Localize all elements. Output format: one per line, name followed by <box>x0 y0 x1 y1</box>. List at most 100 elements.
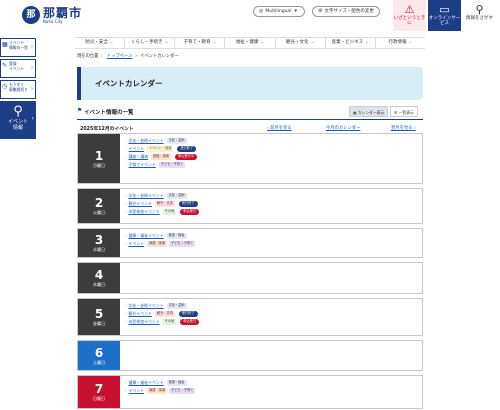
day-row: 6 土曜日 <box>77 340 423 371</box>
event-link[interactable]: 文化・芸術イベント <box>129 192 164 200</box>
event-item: › イベント イベント・講座 受付終了 <box>125 145 197 153</box>
online-service-label: オンラインサービス <box>428 16 461 26</box>
chevron-right-icon: › <box>125 311 127 316</box>
multilingual-button[interactable]: ◎ Multilingual ▾ <box>253 6 305 17</box>
warning-icon: ⚠ <box>404 3 415 16</box>
page-title: イベントカレンダー <box>95 79 163 88</box>
side-label: イベント <box>9 65 25 71</box>
category-tag: 講座・講演 <box>151 154 171 160</box>
category-tag: 子ども・子育て <box>169 241 196 247</box>
month-navigation: 2025年12月のイベント ‹ 前月を見る 今月のカレンダー 翌月を見る › <box>77 124 423 133</box>
nav-item-business[interactable]: 産業・ビジネス ⌄ <box>326 38 376 48</box>
chevron-right-icon: › <box>125 303 127 308</box>
breadcrumb-separator: ： <box>100 54 105 59</box>
global-nav: 防災・安全 ⌄ くらし・手続き ⌄ 子育て・教育 ⌄ 福祉・健康 ⌄ 観光・文化 ⌄ 産業… <box>75 37 425 49</box>
event-link[interactable]: 講座・講演 <box>129 153 148 161</box>
event-link[interactable]: 観光イベント <box>129 310 152 318</box>
calendar-view-label: カレンダー表示 <box>357 110 385 115</box>
event-link[interactable]: 市民参加イベント <box>129 318 160 326</box>
multilingual-label: Multilingual <box>265 9 292 14</box>
side-panel: ▦ イベント 情報の一覧 › ✎ 登録 イベント › ◷ もうすぐ 募集締切り … <box>0 38 36 139</box>
day-number: 7 <box>94 382 104 396</box>
event-link[interactable]: イベント <box>129 387 145 395</box>
day-weekday: 水曜日 <box>93 247 105 252</box>
logo-text: 那覇市 Naha City <box>43 7 82 24</box>
nav-label: 福祉・健康 <box>235 40 259 45</box>
side-event-search-button[interactable]: ⚲ イベント 情報 › <box>0 101 36 139</box>
category-tag: 文化・芸術 <box>166 138 187 144</box>
breadcrumb: 現在の位置：トップページ > イベントカレンダー <box>77 53 179 59</box>
day-weekday: 火曜日 <box>93 210 105 215</box>
event-link[interactable]: 子育てイベント <box>129 161 156 169</box>
category-tag: その他 <box>162 209 177 215</box>
nav-item-welfare[interactable]: 福祉・健康 ⌄ <box>225 38 276 48</box>
find-info-label: 情報をさがす <box>466 16 493 21</box>
chevron-right-icon: › <box>31 65 33 71</box>
day-row: 4 木曜日 <box>77 262 423 294</box>
event-list-header: ⚑ イベント情報の一覧 ▦ カレンダー表示 ☰ 一覧表示 <box>77 106 423 118</box>
chevron-down-icon: ⌄ <box>310 40 315 45</box>
day-number: 2 <box>94 196 104 210</box>
prev-month-label: 前月を見る <box>270 126 292 131</box>
nav-item-childcare[interactable]: 子育て・教育 ⌄ <box>175 38 226 48</box>
emergency-button[interactable]: ⚠ いざというときに <box>393 0 426 31</box>
category-tag: その他 <box>162 319 177 325</box>
event-link[interactable]: イベント <box>129 145 145 153</box>
category-tag: 観光・交流 <box>154 311 175 317</box>
clock-icon: ◷ <box>2 83 8 90</box>
event-item: › 講座・講演 講座・講演 申込受付中 <box>125 153 197 161</box>
chevron-right-icon: › <box>125 146 127 151</box>
day-row: 3 水曜日 › 健康・福祉イベント 健康・福祉 › イベント 講座・講演 子ども・子育て <box>77 228 423 258</box>
nav-label: 観光・文化 <box>285 40 309 45</box>
event-link[interactable]: 文化・芸術イベント <box>129 137 164 145</box>
event-item: › 観光イベント 観光・交流 受付終了 <box>125 200 199 208</box>
calendar-view-button[interactable]: ▦ カレンダー表示 <box>349 106 389 117</box>
day-weekday: 木曜日 <box>93 282 105 287</box>
this-month-link[interactable]: 今月のカレンダー <box>326 125 360 131</box>
city-emblem-icon: 那 <box>22 6 40 24</box>
day-row: 7 日曜日 › 健康・福祉イベント 健康・福祉 › イベント 講座・講演 子ども・子育て <box>77 375 423 409</box>
event-link[interactable]: イベント <box>129 240 145 248</box>
category-tag: 文化・芸術 <box>166 193 187 199</box>
nav-label: 産業・ビジネス <box>331 40 364 45</box>
status-badge: 受付終了 <box>177 146 197 152</box>
nav-item-tourism[interactable]: 観光・文化 ⌄ <box>276 38 326 48</box>
logo-name: 那覇市 <box>43 5 83 20</box>
chevron-right-icon: › <box>125 241 127 246</box>
side-deadline-button[interactable]: ◷ もうすぐ 募集締切り › <box>0 80 36 99</box>
event-item: › イベント 講座・講演 子ども・子育て <box>125 240 197 248</box>
event-link[interactable]: 文化・芸術イベント <box>129 302 164 310</box>
event-list: › 健康・福祉イベント 健康・福祉 › イベント 講座・講演 子ども・子育て <box>125 232 197 248</box>
chevron-right-icon: › <box>125 201 127 206</box>
prev-month-link[interactable]: ‹ 前月を見る <box>267 125 292 131</box>
nav-label: 防災・安全 <box>85 40 108 45</box>
month-label: 2025年12月のイベント <box>80 127 134 132</box>
next-month-link[interactable]: 翌月を見る › <box>391 125 416 131</box>
chevron-right-icon: › <box>125 319 127 324</box>
text-size-button[interactable]: ⚙ 文字サイズ・配色の変更 <box>312 6 380 17</box>
event-list-title: イベント情報の一覧 <box>84 110 134 116</box>
online-service-button[interactable]: ▭ オンラインサービス <box>428 0 461 31</box>
site-logo[interactable]: 那 那覇市 Naha City <box>22 6 82 24</box>
breadcrumb-home-link[interactable]: トップページ <box>107 54 133 59</box>
list-view-button[interactable]: ☰ 一覧表示 <box>390 106 418 117</box>
event-link[interactable]: 健康・福祉イベント <box>129 379 164 387</box>
event-link[interactable]: 市民参加イベント <box>129 208 160 216</box>
emergency-label: いざというときに <box>393 16 426 26</box>
nav-item-living[interactable]: くらし・手続き ⌄ <box>125 38 176 48</box>
day-weekday: 土曜日 <box>93 359 105 365</box>
chevron-right-icon: › <box>125 138 127 143</box>
chevron-right-icon: › <box>125 388 127 393</box>
event-link[interactable]: 健康・福祉イベント <box>129 232 164 240</box>
chevron-right-icon: › <box>125 154 127 159</box>
day-weekday: 月曜日 <box>93 162 105 168</box>
find-info-button[interactable]: ⚲ 情報をさがす <box>463 0 496 31</box>
event-link[interactable]: 観光イベント <box>129 200 152 208</box>
nav-item-admin[interactable]: 行政情報 ⌄ <box>376 38 425 48</box>
category-tag: 健康・福祉 <box>166 380 187 386</box>
laptop-icon: ▭ <box>439 3 450 16</box>
side-event-list-button[interactable]: ▦ イベント 情報の一覧 › <box>0 38 36 57</box>
event-list: › 文化・芸術イベント 文化・芸術 › 観光イベント 観光・交流 受付終了 › 市民参加イベント… <box>125 302 199 326</box>
nav-item-disaster[interactable]: 防災・安全 ⌄ <box>75 38 126 48</box>
side-register-button[interactable]: ✎ 登録 イベント › <box>0 59 36 78</box>
